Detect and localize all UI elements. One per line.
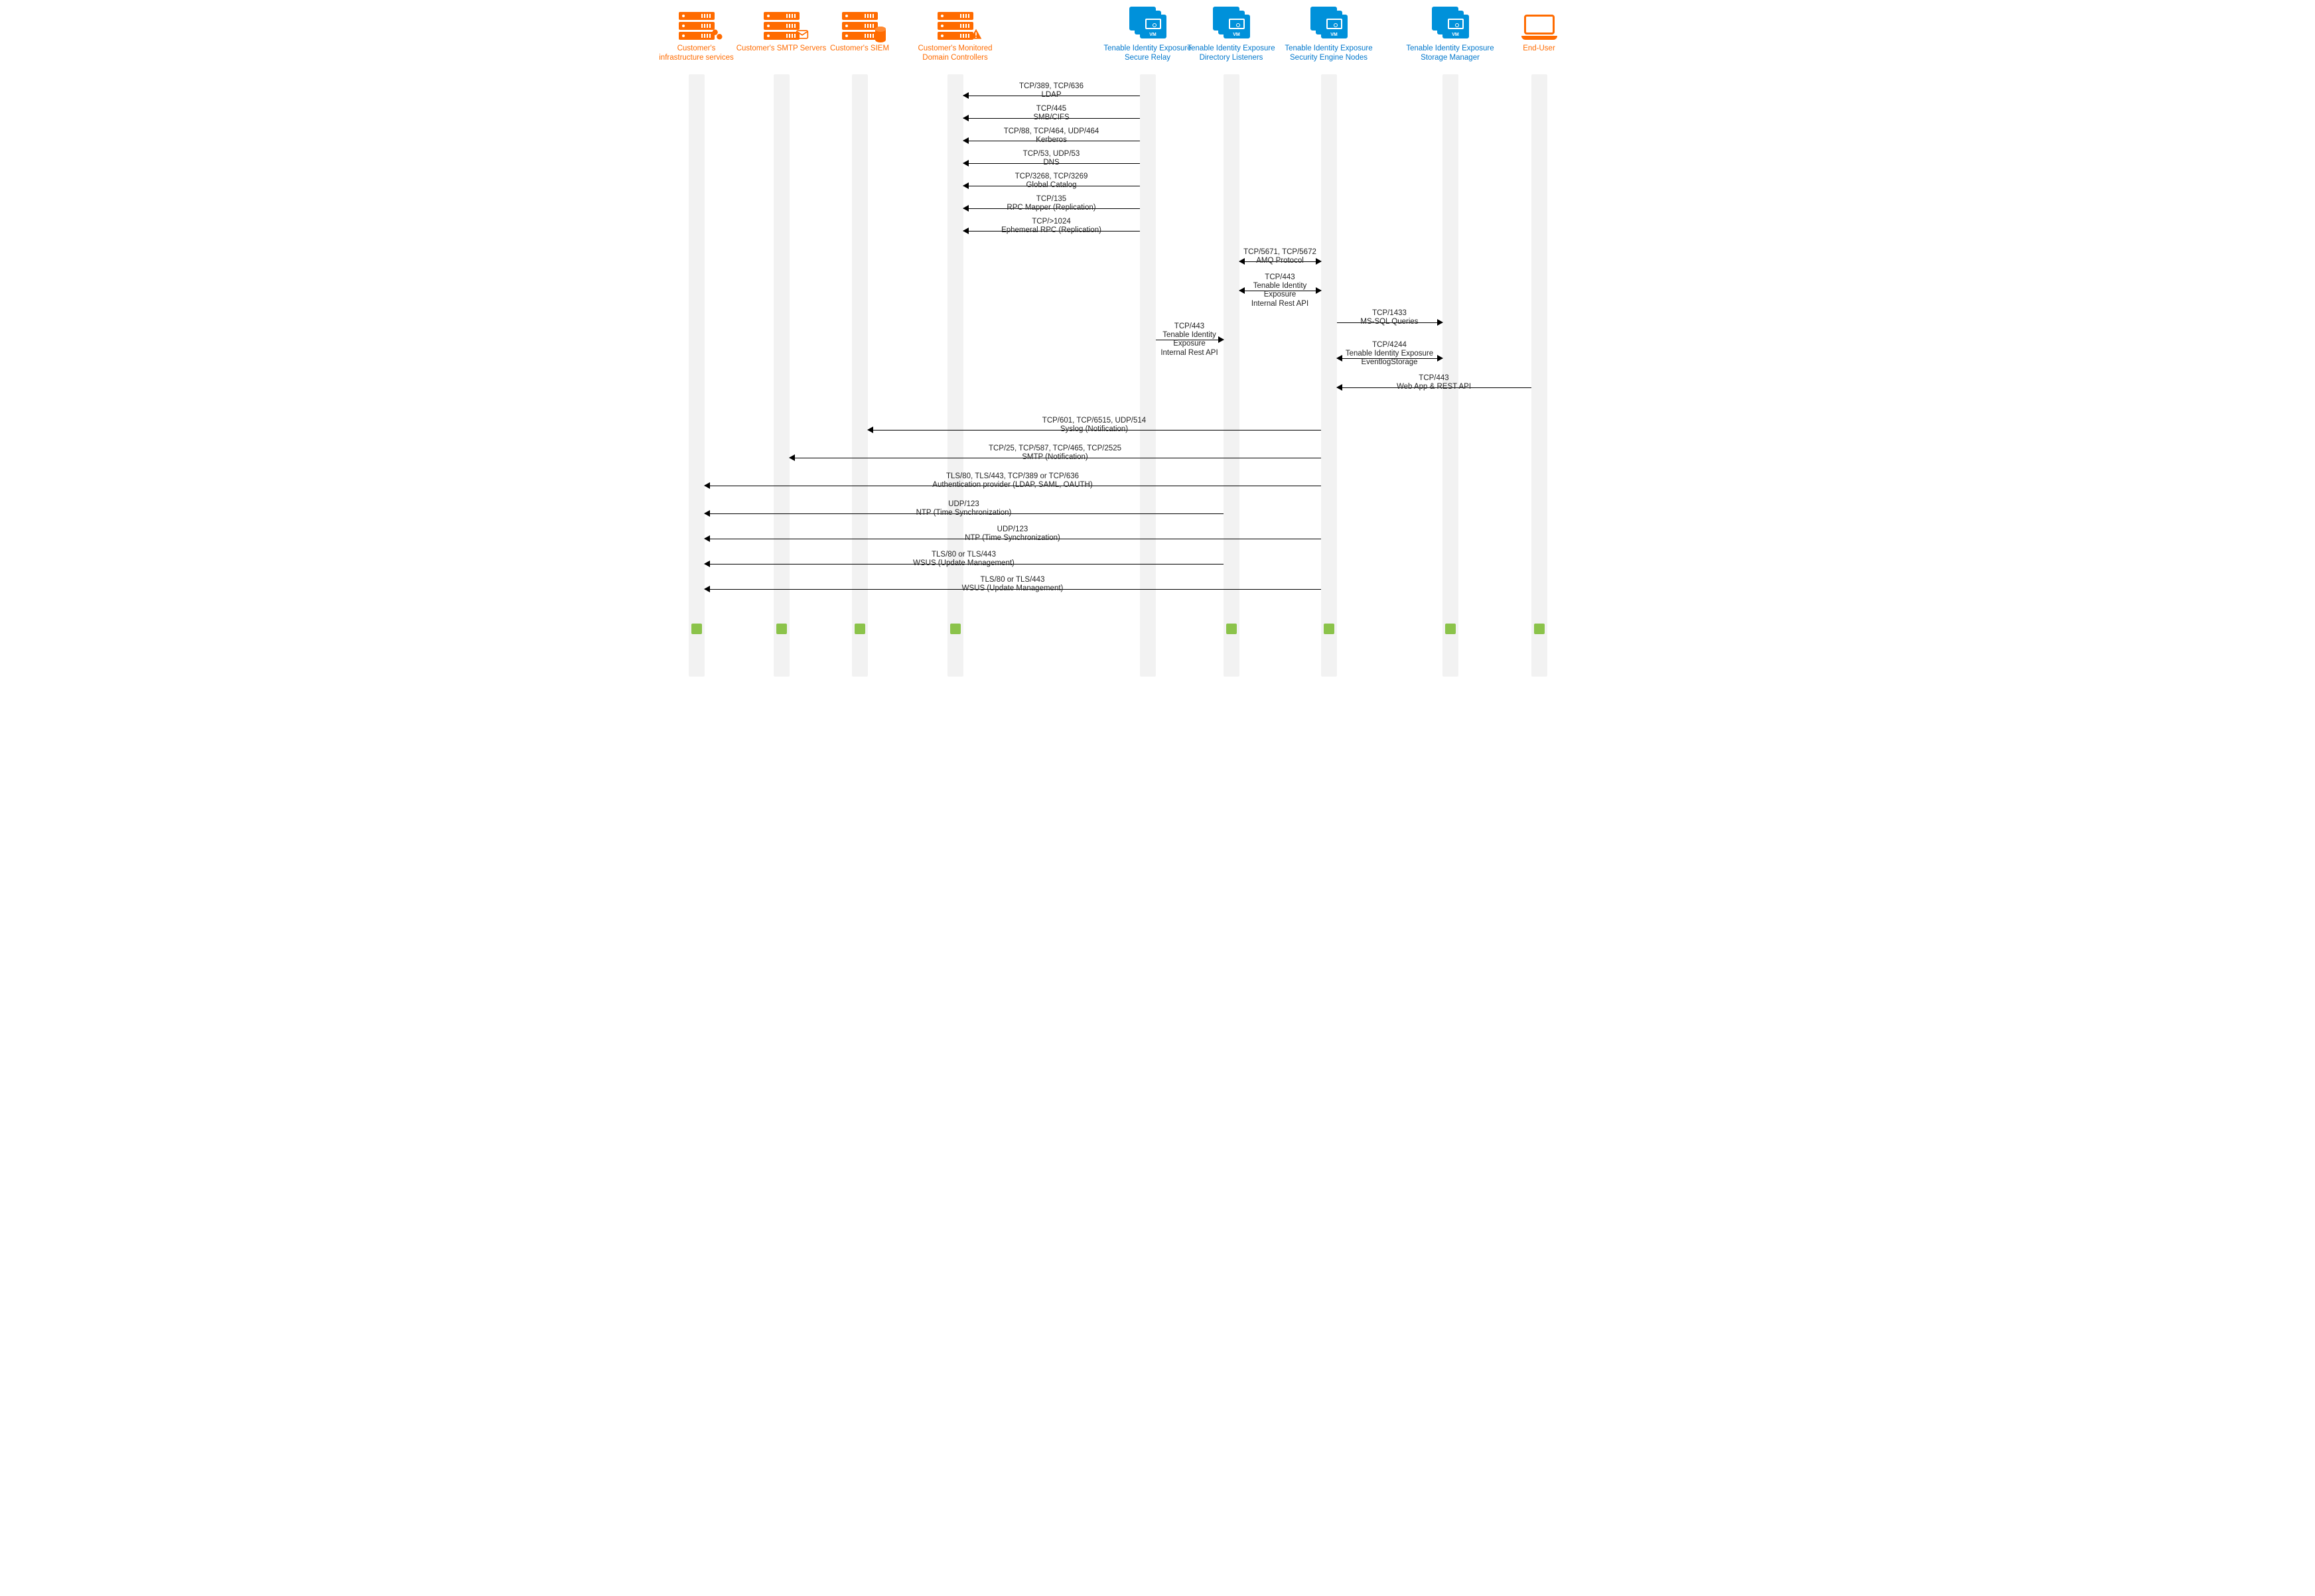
message-arrow: TLS/80 or TLS/443WSUS (Update Management… xyxy=(705,552,1224,574)
participant-label: Tenable Identity Exposure Directory List… xyxy=(1185,44,1278,63)
message-ports: TLS/80, TLS/443, TCP/389 or TCP/636 xyxy=(705,472,1321,481)
message-desc: LDAP xyxy=(963,91,1140,100)
message-arrow: TCP/443Web App & REST API xyxy=(1337,375,1531,398)
message-desc: SMTP (Notification) xyxy=(790,453,1321,462)
message-ports: TCP/601, TCP/6515, UDP/514 xyxy=(868,417,1321,425)
message-arrow: TCP/443Tenable Identity Exposure Interna… xyxy=(1156,328,1224,350)
message-arrow: TCP/53, UDP/53DNS xyxy=(963,151,1140,174)
message-ports: TCP/5671, TCP/5672 xyxy=(1239,248,1321,257)
participant-infra: Customer's infrastructure services xyxy=(650,0,743,63)
participant-siem: Customer's SIEM xyxy=(813,0,906,53)
message-desc: Authentication provider (LDAP, SAML, OAU… xyxy=(705,481,1321,490)
message-desc: Global Catalog xyxy=(963,181,1140,190)
message-arrow: TCP/88, TCP/464, UDP/464Kerberos xyxy=(963,129,1140,151)
lifeline-infra xyxy=(689,74,705,677)
lifeline-node xyxy=(1226,624,1237,634)
participant-sen: VM Tenable Identity Exposure Security Eng… xyxy=(1283,0,1375,63)
participant-label: Customer's Monitored Domain Controllers xyxy=(909,44,1002,63)
lifeline-sen xyxy=(1321,74,1337,677)
message-ports: UDP/123 xyxy=(705,500,1224,509)
message-desc: NTP (Time Synchronization) xyxy=(705,534,1321,543)
message-arrow: UDP/123NTP (Time Synchronization) xyxy=(705,527,1321,549)
vm-icon: VM xyxy=(1404,0,1497,40)
message-arrow: TCP/445SMB/CIFS xyxy=(963,106,1140,129)
message-desc: Syslog (Notification) xyxy=(868,425,1321,434)
message-desc: DNS xyxy=(963,159,1140,167)
message-ports: TCP/25, TCP/587, TCP/465, TCP/2525 xyxy=(790,444,1321,453)
message-ports: TCP/88, TCP/464, UDP/464 xyxy=(963,127,1140,136)
message-desc: NTP (Time Synchronization) xyxy=(705,509,1224,517)
message-ports: TCP/4244 xyxy=(1337,341,1442,350)
laptop-icon xyxy=(1493,0,1586,40)
message-desc: Web App & REST API xyxy=(1337,383,1531,391)
message-ports: UDP/123 xyxy=(705,525,1321,534)
message-arrow: TLS/80 or TLS/443WSUS (Update Management… xyxy=(705,577,1321,600)
participant-relay: VM Tenable Identity Exposure Secure Relay xyxy=(1101,0,1194,63)
message-desc: Tenable Identity Exposure Internal Rest … xyxy=(1239,282,1321,308)
message-arrow: TCP/1433MS-SQL Queries xyxy=(1337,310,1442,333)
lifeline-node xyxy=(776,624,787,634)
message-desc: SMB/CIFS xyxy=(963,113,1140,122)
message-desc: WSUS (Update Management) xyxy=(705,584,1321,593)
message-arrow: TCP/>1024Ephemeral RPC (Replication) xyxy=(963,219,1140,241)
message-arrow: TCP/3268, TCP/3269Global Catalog xyxy=(963,174,1140,196)
message-ports: TCP/>1024 xyxy=(963,218,1140,226)
message-arrow: TCP/5671, TCP/5672AMQ Protocol xyxy=(1239,249,1321,272)
participant-label: Customer's SIEM xyxy=(813,44,906,53)
message-arrow: TCP/443Tenable Identity Exposure Interna… xyxy=(1239,279,1321,301)
server-warn-icon xyxy=(909,0,1002,40)
message-arrow: UDP/123NTP (Time Synchronization) xyxy=(705,501,1224,524)
message-ports: TLS/80 or TLS/443 xyxy=(705,576,1321,584)
message-arrow: TCP/389, TCP/636LDAP xyxy=(963,84,1140,106)
message-desc: Ephemeral RPC (Replication) xyxy=(963,226,1140,235)
server-gears-icon xyxy=(650,0,743,40)
message-ports: TLS/80 or TLS/443 xyxy=(705,551,1224,559)
lifeline-node xyxy=(855,624,865,634)
participant-label: Tenable Identity Exposure Secure Relay xyxy=(1101,44,1194,63)
lifeline-node xyxy=(1534,624,1545,634)
message-arrow: TCP/601, TCP/6515, UDP/514Syslog (Notifi… xyxy=(868,418,1321,440)
lifeline-user xyxy=(1531,74,1547,677)
message-arrow: TCP/4244Tenable Identity Exposure Eventl… xyxy=(1337,346,1442,369)
message-ports: TCP/53, UDP/53 xyxy=(963,150,1140,159)
server-db-icon xyxy=(813,0,906,40)
message-arrow: TCP/135RPC Mapper (Replication) xyxy=(963,196,1140,219)
vm-icon: VM xyxy=(1283,0,1375,40)
participant-dc: Customer's Monitored Domain Controllers xyxy=(909,0,1002,63)
message-ports: TCP/443 xyxy=(1239,273,1321,282)
lifeline-node xyxy=(950,624,961,634)
vm-icon: VM xyxy=(1101,0,1194,40)
lifeline-node xyxy=(1324,624,1334,634)
message-ports: TCP/445 xyxy=(963,105,1140,113)
participant-label: End-User xyxy=(1493,44,1586,53)
message-ports: TCP/3268, TCP/3269 xyxy=(963,172,1140,181)
participant-storage: VM Tenable Identity Exposure Storage Mana… xyxy=(1404,0,1497,63)
lifeline-node xyxy=(1445,624,1456,634)
participant-label: Tenable Identity Exposure Security Engin… xyxy=(1283,44,1375,63)
participant-label: Tenable Identity Exposure Storage Manage… xyxy=(1404,44,1497,63)
message-ports: TCP/443 xyxy=(1337,374,1531,383)
message-ports: TCP/389, TCP/636 xyxy=(963,82,1140,91)
message-arrow: TCP/25, TCP/587, TCP/465, TCP/2525SMTP (… xyxy=(790,446,1321,468)
message-desc: MS-SQL Queries xyxy=(1337,318,1442,326)
message-desc: RPC Mapper (Replication) xyxy=(963,204,1140,212)
lifeline-node xyxy=(691,624,702,634)
message-desc: WSUS (Update Management) xyxy=(705,559,1224,568)
vm-icon: VM xyxy=(1185,0,1278,40)
message-desc: Tenable Identity Exposure EventlogStorag… xyxy=(1337,350,1442,367)
message-desc: Tenable Identity Exposure Internal Rest … xyxy=(1156,331,1224,358)
message-ports: TCP/135 xyxy=(963,195,1140,204)
participant-user: End-User xyxy=(1493,0,1586,53)
message-arrow: TLS/80, TLS/443, TCP/389 or TCP/636Authe… xyxy=(705,474,1321,496)
message-desc: AMQ Protocol xyxy=(1239,257,1321,265)
participant-dl: VM Tenable Identity Exposure Directory Li… xyxy=(1185,0,1278,63)
message-desc: Kerberos xyxy=(963,136,1140,145)
participant-label: Customer's infrastructure services xyxy=(650,44,743,63)
message-ports: TCP/1433 xyxy=(1337,309,1442,318)
message-ports: TCP/443 xyxy=(1156,322,1224,331)
